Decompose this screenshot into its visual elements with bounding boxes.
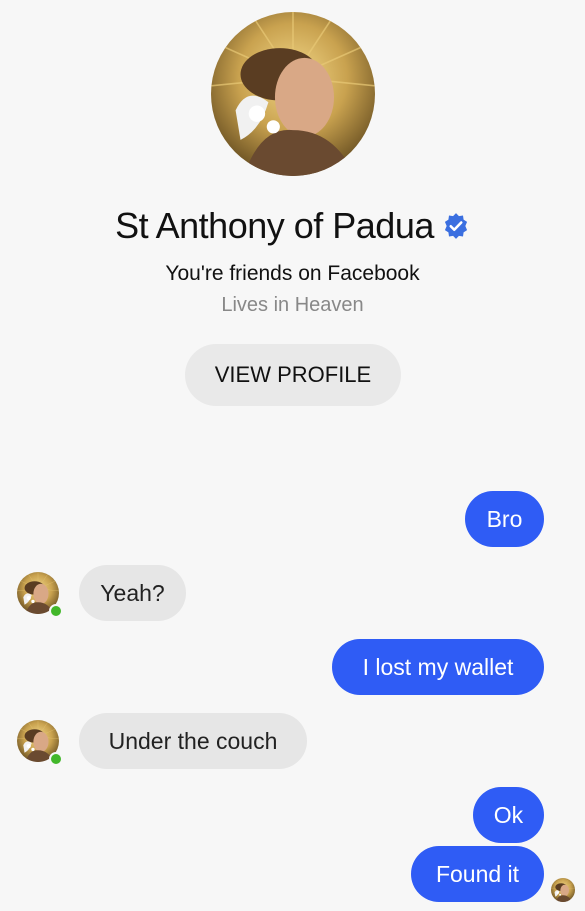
profile-photo[interactable] — [211, 12, 375, 176]
profile-name: St Anthony of Padua — [115, 205, 434, 246]
online-status-dot — [49, 604, 63, 618]
message-bubble-incoming[interactable]: Under the couch — [79, 713, 307, 769]
message-bubble-outgoing[interactable]: I lost my wallet — [332, 639, 544, 695]
message-bubble-incoming[interactable]: Yeah? — [79, 565, 186, 621]
message-bubble-outgoing[interactable]: Bro — [465, 491, 544, 547]
profile-name-row: St Anthony of Padua — [0, 205, 585, 247]
view-profile-button[interactable]: VIEW PROFILE — [185, 344, 401, 406]
verified-badge-icon — [442, 212, 470, 240]
seen-avatar-icon — [551, 878, 575, 902]
message-bubble-outgoing[interactable]: Ok — [473, 787, 544, 843]
saint-portrait-image — [211, 12, 375, 176]
online-status-dot — [49, 752, 63, 766]
message-bubble-outgoing[interactable]: Found it — [411, 846, 544, 902]
lives-in-text: Lives in Heaven — [221, 294, 364, 316]
friendship-status: You're friends on Facebook — [165, 262, 420, 285]
